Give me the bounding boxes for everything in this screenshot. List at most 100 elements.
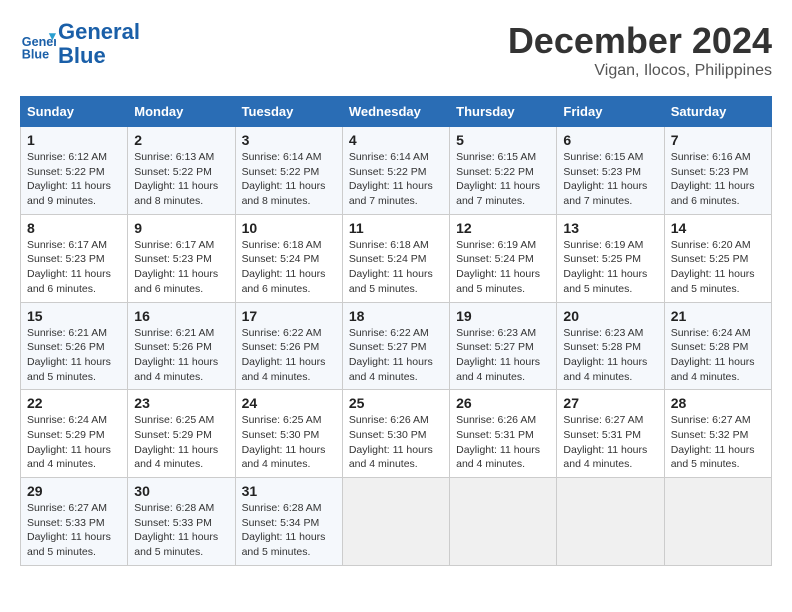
table-row: 12 Sunrise: 6:19 AMSunset: 5:24 PMDaylig… <box>450 214 557 302</box>
day-number: 7 <box>671 132 765 148</box>
col-thursday: Thursday <box>450 97 557 127</box>
table-row: 21 Sunrise: 6:24 AMSunset: 5:28 PMDaylig… <box>664 302 771 390</box>
table-row: 11 Sunrise: 6:18 AMSunset: 5:24 PMDaylig… <box>342 214 449 302</box>
col-friday: Friday <box>557 97 664 127</box>
table-row: 14 Sunrise: 6:20 AMSunset: 5:25 PMDaylig… <box>664 214 771 302</box>
day-info: Sunrise: 6:19 AMSunset: 5:25 PMDaylight:… <box>563 239 647 295</box>
day-number: 11 <box>349 220 443 236</box>
day-info: Sunrise: 6:13 AMSunset: 5:22 PMDaylight:… <box>134 151 218 207</box>
calendar-header-row: Sunday Monday Tuesday Wednesday Thursday… <box>21 97 772 127</box>
page-header: General Blue General Blue December 2024 … <box>20 20 772 80</box>
table-row: 30 Sunrise: 6:28 AMSunset: 5:33 PMDaylig… <box>128 478 235 566</box>
logo-icon: General Blue <box>20 26 56 62</box>
calendar-row: 29 Sunrise: 6:27 AMSunset: 5:33 PMDaylig… <box>21 478 772 566</box>
title-block: December 2024 Vigan, Ilocos, Philippines <box>508 20 772 80</box>
day-number: 3 <box>242 132 336 148</box>
table-row: 3 Sunrise: 6:14 AMSunset: 5:22 PMDayligh… <box>235 127 342 215</box>
day-info: Sunrise: 6:23 AMSunset: 5:28 PMDaylight:… <box>563 327 647 383</box>
table-row: 26 Sunrise: 6:26 AMSunset: 5:31 PMDaylig… <box>450 390 557 478</box>
table-row: 10 Sunrise: 6:18 AMSunset: 5:24 PMDaylig… <box>235 214 342 302</box>
day-number: 24 <box>242 395 336 411</box>
day-info: Sunrise: 6:14 AMSunset: 5:22 PMDaylight:… <box>242 151 326 207</box>
day-number: 16 <box>134 308 228 324</box>
day-info: Sunrise: 6:17 AMSunset: 5:23 PMDaylight:… <box>134 239 218 295</box>
table-row: 1 Sunrise: 6:12 AMSunset: 5:22 PMDayligh… <box>21 127 128 215</box>
day-number: 10 <box>242 220 336 236</box>
table-row: 7 Sunrise: 6:16 AMSunset: 5:23 PMDayligh… <box>664 127 771 215</box>
table-row: 16 Sunrise: 6:21 AMSunset: 5:26 PMDaylig… <box>128 302 235 390</box>
day-number: 12 <box>456 220 550 236</box>
day-number: 4 <box>349 132 443 148</box>
table-row: 19 Sunrise: 6:23 AMSunset: 5:27 PMDaylig… <box>450 302 557 390</box>
day-info: Sunrise: 6:28 AMSunset: 5:34 PMDaylight:… <box>242 502 326 558</box>
table-row: 28 Sunrise: 6:27 AMSunset: 5:32 PMDaylig… <box>664 390 771 478</box>
calendar-row: 8 Sunrise: 6:17 AMSunset: 5:23 PMDayligh… <box>21 214 772 302</box>
day-number: 26 <box>456 395 550 411</box>
table-row: 25 Sunrise: 6:26 AMSunset: 5:30 PMDaylig… <box>342 390 449 478</box>
table-row: 20 Sunrise: 6:23 AMSunset: 5:28 PMDaylig… <box>557 302 664 390</box>
day-info: Sunrise: 6:12 AMSunset: 5:22 PMDaylight:… <box>27 151 111 207</box>
day-number: 28 <box>671 395 765 411</box>
day-info: Sunrise: 6:14 AMSunset: 5:22 PMDaylight:… <box>349 151 433 207</box>
day-info: Sunrise: 6:27 AMSunset: 5:33 PMDaylight:… <box>27 502 111 558</box>
day-info: Sunrise: 6:21 AMSunset: 5:26 PMDaylight:… <box>134 327 218 383</box>
day-number: 8 <box>27 220 121 236</box>
logo: General Blue General Blue <box>20 20 140 68</box>
day-info: Sunrise: 6:19 AMSunset: 5:24 PMDaylight:… <box>456 239 540 295</box>
day-info: Sunrise: 6:28 AMSunset: 5:33 PMDaylight:… <box>134 502 218 558</box>
day-number: 22 <box>27 395 121 411</box>
table-row: 2 Sunrise: 6:13 AMSunset: 5:22 PMDayligh… <box>128 127 235 215</box>
day-info: Sunrise: 6:16 AMSunset: 5:23 PMDaylight:… <box>671 151 755 207</box>
day-info: Sunrise: 6:24 AMSunset: 5:28 PMDaylight:… <box>671 327 755 383</box>
day-number: 13 <box>563 220 657 236</box>
day-info: Sunrise: 6:20 AMSunset: 5:25 PMDaylight:… <box>671 239 755 295</box>
day-number: 15 <box>27 308 121 324</box>
svg-text:Blue: Blue <box>22 48 49 62</box>
table-row: 13 Sunrise: 6:19 AMSunset: 5:25 PMDaylig… <box>557 214 664 302</box>
table-row: 29 Sunrise: 6:27 AMSunset: 5:33 PMDaylig… <box>21 478 128 566</box>
day-number: 30 <box>134 483 228 499</box>
table-row: 15 Sunrise: 6:21 AMSunset: 5:26 PMDaylig… <box>21 302 128 390</box>
logo-line2: Blue <box>58 43 106 68</box>
day-number: 27 <box>563 395 657 411</box>
day-info: Sunrise: 6:18 AMSunset: 5:24 PMDaylight:… <box>349 239 433 295</box>
calendar-table: Sunday Monday Tuesday Wednesday Thursday… <box>20 96 772 566</box>
col-wednesday: Wednesday <box>342 97 449 127</box>
day-number: 29 <box>27 483 121 499</box>
col-sunday: Sunday <box>21 97 128 127</box>
day-info: Sunrise: 6:26 AMSunset: 5:30 PMDaylight:… <box>349 414 433 470</box>
table-row <box>342 478 449 566</box>
day-info: Sunrise: 6:26 AMSunset: 5:31 PMDaylight:… <box>456 414 540 470</box>
day-info: Sunrise: 6:25 AMSunset: 5:29 PMDaylight:… <box>134 414 218 470</box>
day-number: 18 <box>349 308 443 324</box>
day-number: 9 <box>134 220 228 236</box>
day-number: 25 <box>349 395 443 411</box>
day-number: 17 <box>242 308 336 324</box>
calendar-row: 1 Sunrise: 6:12 AMSunset: 5:22 PMDayligh… <box>21 127 772 215</box>
month-title: December 2024 <box>508 20 772 62</box>
day-number: 6 <box>563 132 657 148</box>
table-row: 8 Sunrise: 6:17 AMSunset: 5:23 PMDayligh… <box>21 214 128 302</box>
calendar-row: 15 Sunrise: 6:21 AMSunset: 5:26 PMDaylig… <box>21 302 772 390</box>
day-number: 14 <box>671 220 765 236</box>
day-info: Sunrise: 6:21 AMSunset: 5:26 PMDaylight:… <box>27 327 111 383</box>
day-info: Sunrise: 6:18 AMSunset: 5:24 PMDaylight:… <box>242 239 326 295</box>
col-monday: Monday <box>128 97 235 127</box>
table-row: 6 Sunrise: 6:15 AMSunset: 5:23 PMDayligh… <box>557 127 664 215</box>
table-row <box>450 478 557 566</box>
day-info: Sunrise: 6:15 AMSunset: 5:22 PMDaylight:… <box>456 151 540 207</box>
logo-text: General Blue <box>58 20 140 68</box>
day-number: 23 <box>134 395 228 411</box>
col-tuesday: Tuesday <box>235 97 342 127</box>
table-row: 31 Sunrise: 6:28 AMSunset: 5:34 PMDaylig… <box>235 478 342 566</box>
table-row: 9 Sunrise: 6:17 AMSunset: 5:23 PMDayligh… <box>128 214 235 302</box>
logo-line1: General <box>58 19 140 44</box>
day-info: Sunrise: 6:15 AMSunset: 5:23 PMDaylight:… <box>563 151 647 207</box>
day-number: 21 <box>671 308 765 324</box>
table-row: 27 Sunrise: 6:27 AMSunset: 5:31 PMDaylig… <box>557 390 664 478</box>
location-title: Vigan, Ilocos, Philippines <box>508 62 772 80</box>
table-row: 17 Sunrise: 6:22 AMSunset: 5:26 PMDaylig… <box>235 302 342 390</box>
day-info: Sunrise: 6:23 AMSunset: 5:27 PMDaylight:… <box>456 327 540 383</box>
day-info: Sunrise: 6:27 AMSunset: 5:31 PMDaylight:… <box>563 414 647 470</box>
table-row: 18 Sunrise: 6:22 AMSunset: 5:27 PMDaylig… <box>342 302 449 390</box>
